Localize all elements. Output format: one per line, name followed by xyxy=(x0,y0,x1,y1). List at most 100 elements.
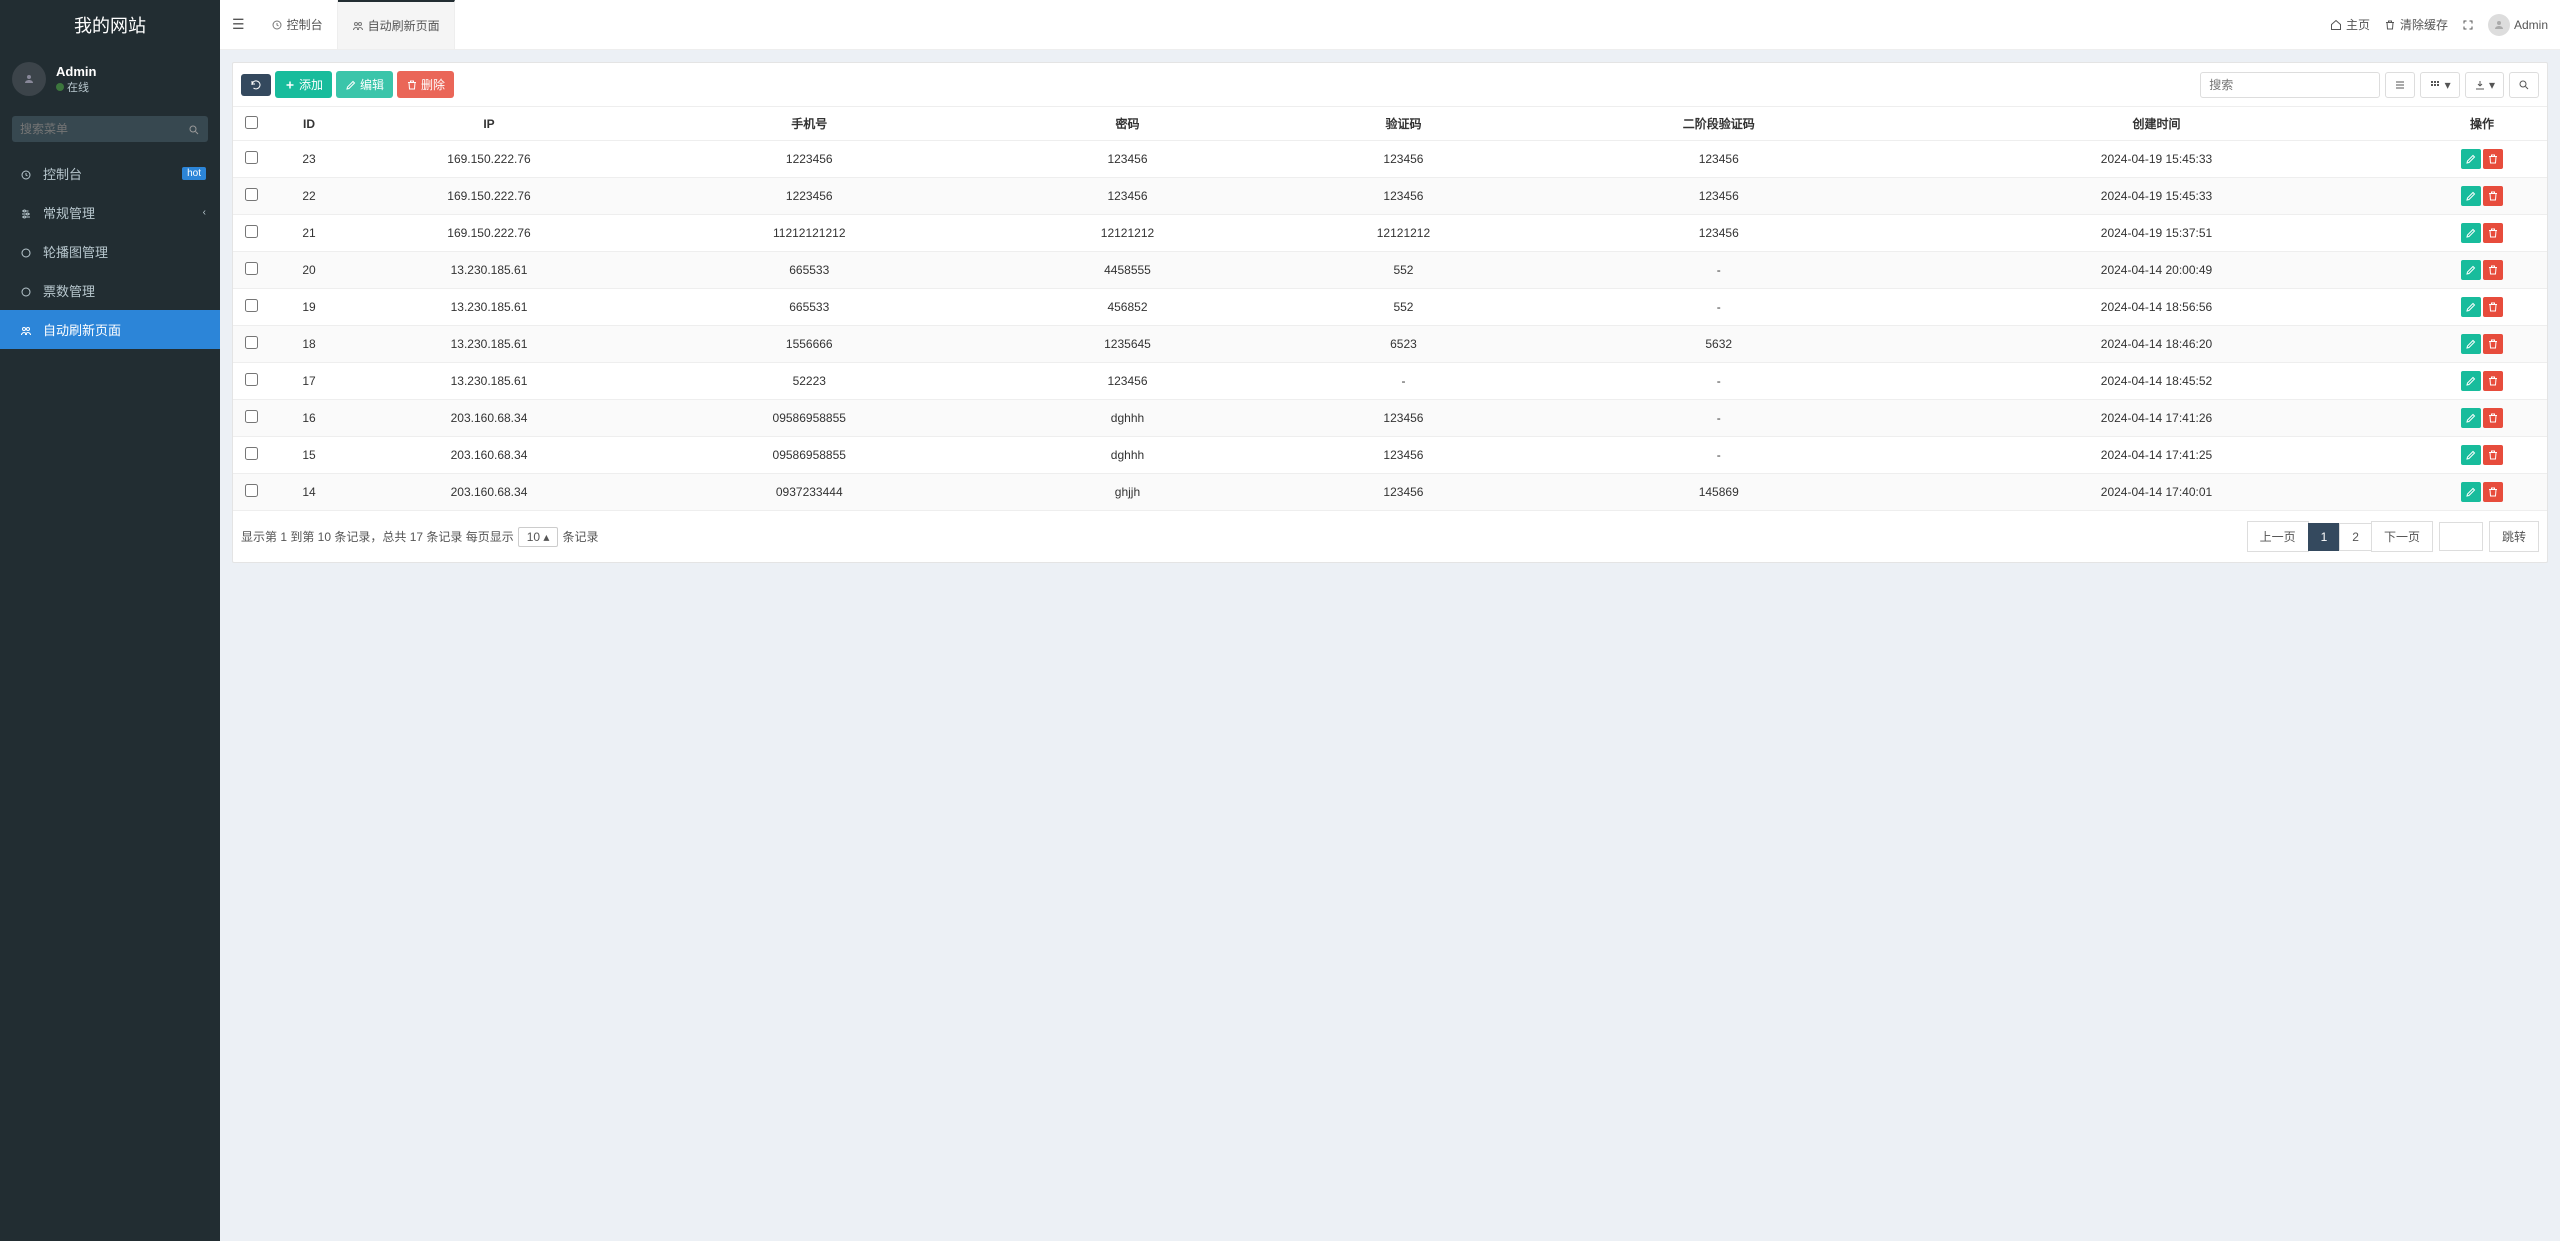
row-edit-button[interactable] xyxy=(2461,334,2481,354)
row-edit-button[interactable] xyxy=(2461,482,2481,502)
sidebar-item[interactable]: 控制台hot xyxy=(0,154,220,193)
row-edit-button[interactable] xyxy=(2461,408,2481,428)
cell-code: 123456 xyxy=(1265,474,1541,511)
row-delete-button[interactable] xyxy=(2483,408,2503,428)
row-edit-button[interactable] xyxy=(2461,445,2481,465)
row-checkbox[interactable] xyxy=(245,336,258,349)
column-header[interactable]: 操作 xyxy=(2417,107,2547,141)
row-checkbox[interactable] xyxy=(245,373,258,386)
pencil-icon xyxy=(2465,486,2477,498)
sidebar-item[interactable]: 票数管理 xyxy=(0,271,220,310)
user-panel: Admin 在线 xyxy=(0,50,220,108)
sidebar-item-label: 常规管理 xyxy=(43,203,95,222)
cell-id: 19 xyxy=(269,289,349,326)
add-button[interactable]: 添加 xyxy=(275,71,332,98)
search-button[interactable] xyxy=(2509,72,2539,98)
toggle-view-button[interactable] xyxy=(2385,72,2415,98)
page-input[interactable] xyxy=(2439,522,2483,551)
row-checkbox[interactable] xyxy=(245,151,258,164)
cell-ip: 13.230.185.61 xyxy=(349,252,629,289)
row-delete-button[interactable] xyxy=(2483,186,2503,206)
row-checkbox[interactable] xyxy=(245,262,258,275)
column-header[interactable] xyxy=(233,107,269,141)
cell-id: 18 xyxy=(269,326,349,363)
row-delete-button[interactable] xyxy=(2483,149,2503,169)
row-edit-button[interactable] xyxy=(2461,297,2481,317)
plus-icon xyxy=(284,79,296,91)
topbar-user[interactable]: Admin xyxy=(2488,14,2548,36)
trash-icon xyxy=(2487,264,2499,276)
row-edit-button[interactable] xyxy=(2461,260,2481,280)
pencil-icon xyxy=(2465,338,2477,350)
page-number[interactable]: 1 xyxy=(2308,523,2341,551)
row-checkbox[interactable] xyxy=(245,484,258,497)
column-header[interactable]: 密码 xyxy=(990,107,1266,141)
sidebar-item[interactable]: 自动刷新页面 xyxy=(0,310,220,349)
tab[interactable]: 自动刷新页面 xyxy=(338,0,455,49)
nav-icon xyxy=(17,283,35,298)
row-delete-button[interactable] xyxy=(2483,223,2503,243)
table-row: 14203.160.68.340937233444ghjjh1234561458… xyxy=(233,474,2547,511)
table-row: 15203.160.68.3409586958855dghhh123456-20… xyxy=(233,437,2547,474)
cell-password: 456852 xyxy=(990,289,1266,326)
sidebar-item[interactable]: 常规管理‹ xyxy=(0,193,220,232)
row-delete-button[interactable] xyxy=(2483,297,2503,317)
column-header[interactable]: 验证码 xyxy=(1265,107,1541,141)
column-header[interactable]: 创建时间 xyxy=(1896,107,2417,141)
user-status: 在线 xyxy=(56,79,96,95)
row-edit-button[interactable] xyxy=(2461,223,2481,243)
row-checkbox[interactable] xyxy=(245,410,258,423)
cell-id: 15 xyxy=(269,437,349,474)
table-search-input[interactable] xyxy=(2200,72,2380,98)
select-all-checkbox[interactable] xyxy=(245,116,258,129)
row-delete-button[interactable] xyxy=(2483,371,2503,391)
prev-page[interactable]: 上一页 xyxy=(2247,521,2309,552)
refresh-button[interactable] xyxy=(241,74,271,96)
list-icon xyxy=(2394,79,2406,91)
search-icon[interactable] xyxy=(188,122,200,136)
cell-actions xyxy=(2417,437,2547,474)
delete-button[interactable]: 删除 xyxy=(397,71,454,98)
page-number[interactable]: 2 xyxy=(2339,523,2372,551)
cell-id: 14 xyxy=(269,474,349,511)
row-edit-button[interactable] xyxy=(2461,371,2481,391)
sidebar: 我的网站 Admin 在线 控制台hot常规管理‹轮播图管理票数管理自动刷新页面 xyxy=(0,0,220,1241)
column-header[interactable]: 二阶段验证码 xyxy=(1541,107,1896,141)
column-header[interactable]: IP xyxy=(349,107,629,141)
row-checkbox[interactable] xyxy=(245,447,258,460)
page-jump-button[interactable]: 跳转 xyxy=(2489,521,2539,552)
badge: hot xyxy=(182,167,206,180)
cell-ip: 13.230.185.61 xyxy=(349,363,629,400)
row-checkbox[interactable] xyxy=(245,188,258,201)
clear-cache-link[interactable]: 清除缓存 xyxy=(2384,16,2448,33)
next-page[interactable]: 下一页 xyxy=(2371,521,2433,552)
row-delete-button[interactable] xyxy=(2483,445,2503,465)
row-checkbox[interactable] xyxy=(245,225,258,238)
cell-code2: - xyxy=(1541,400,1896,437)
column-header[interactable]: 手机号 xyxy=(629,107,990,141)
cell-password: 123456 xyxy=(990,141,1266,178)
fullscreen-button[interactable] xyxy=(2462,19,2474,31)
cell-code: - xyxy=(1265,363,1541,400)
edit-button[interactable]: 编辑 xyxy=(336,71,393,98)
home-link[interactable]: 主页 xyxy=(2330,16,2370,33)
hamburger-icon[interactable]: ☰ xyxy=(232,16,245,33)
per-page-select[interactable]: 10 ▴ xyxy=(518,527,559,547)
row-checkbox[interactable] xyxy=(245,299,258,312)
columns-button[interactable]: ▾ xyxy=(2420,72,2459,98)
export-button[interactable]: ▾ xyxy=(2465,72,2504,98)
clear-cache-label: 清除缓存 xyxy=(2400,16,2448,33)
row-edit-button[interactable] xyxy=(2461,149,2481,169)
menu-search-input[interactable] xyxy=(12,116,208,142)
sidebar-item[interactable]: 轮播图管理 xyxy=(0,232,220,271)
cell-password: 123456 xyxy=(990,178,1266,215)
row-edit-button[interactable] xyxy=(2461,186,2481,206)
cell-time: 2024-04-19 15:45:33 xyxy=(1896,178,2417,215)
tab[interactable]: 控制台 xyxy=(257,0,338,49)
cell-password: 12121212 xyxy=(990,215,1266,252)
pencil-icon xyxy=(2465,301,2477,313)
column-header[interactable]: ID xyxy=(269,107,349,141)
row-delete-button[interactable] xyxy=(2483,260,2503,280)
row-delete-button[interactable] xyxy=(2483,334,2503,354)
row-delete-button[interactable] xyxy=(2483,482,2503,502)
